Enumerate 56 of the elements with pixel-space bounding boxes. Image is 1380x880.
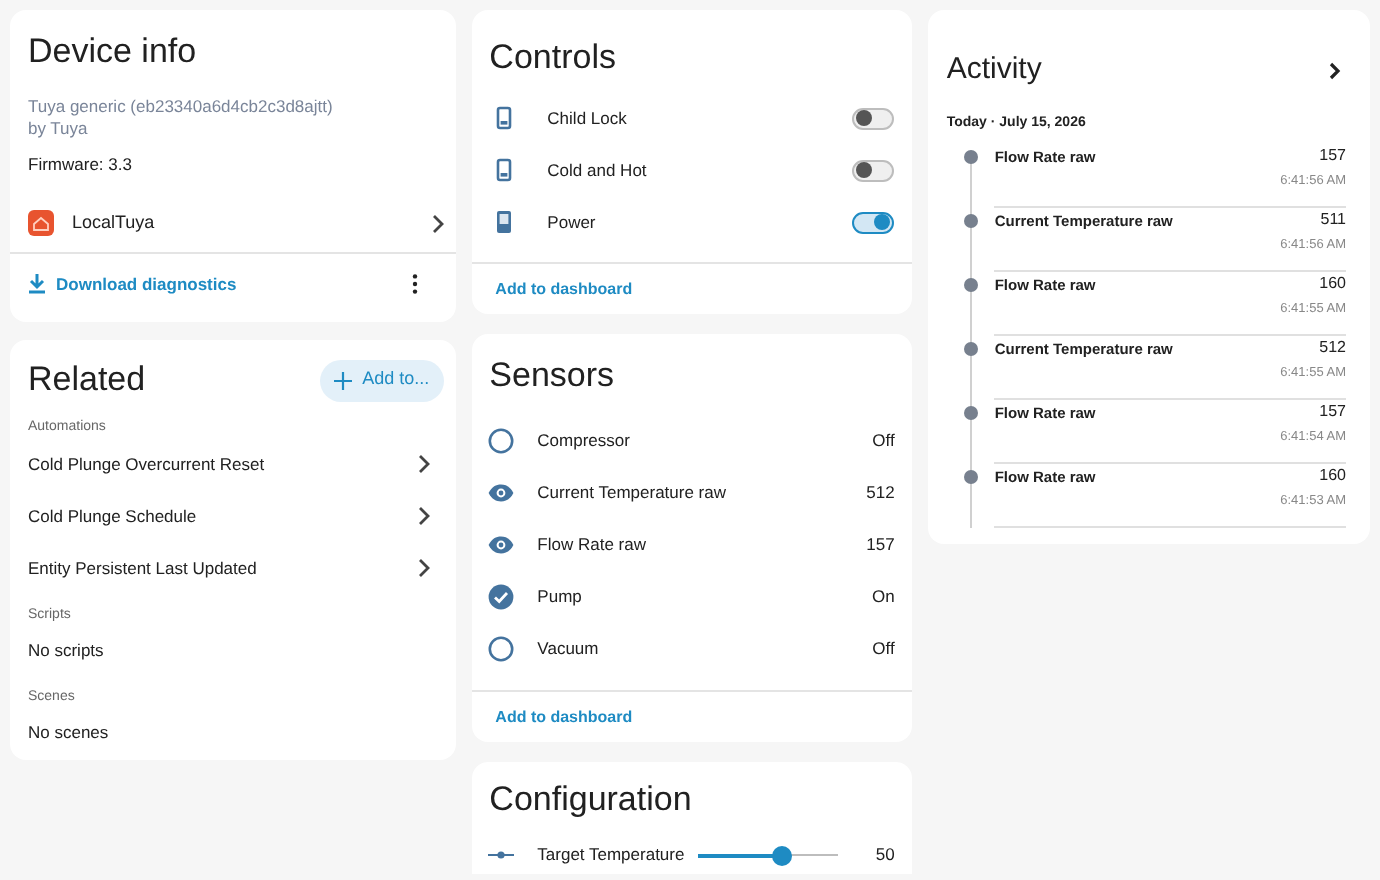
card-title: Related	[28, 358, 146, 402]
state-value: 160	[1319, 273, 1347, 293]
toggle-switch[interactable]	[852, 159, 895, 181]
sensor-label: Vacuum	[537, 635, 601, 661]
state-value: 157	[1319, 145, 1347, 165]
sensor-label: Flow Rate raw	[537, 531, 648, 557]
card-title: Sensors	[487, 354, 615, 398]
chevron-icon	[429, 213, 446, 233]
more-icon[interactable]	[411, 274, 418, 294]
sensor-label: Pump	[537, 583, 584, 609]
related-item[interactable]: Cold Plunge Overcurrent Reset	[10, 438, 456, 490]
add-to-dashboard-link[interactable]: Add to dashboard	[495, 705, 633, 729]
eye-icon	[487, 483, 514, 501]
control-label: Child Lock	[547, 105, 629, 131]
sensor-label: Compressor	[537, 427, 632, 453]
state-value: 157	[1319, 401, 1347, 421]
sensor-label: Current Temperature raw	[537, 479, 728, 505]
state-value: 160	[1319, 465, 1347, 485]
plus-icon	[334, 371, 353, 389]
card-title: Activity	[946, 50, 1042, 90]
chevron-icon	[415, 506, 432, 526]
card-title: Device info	[28, 30, 199, 74]
control-label: Cold and Hot	[547, 157, 649, 183]
chevron-icon	[415, 454, 432, 474]
card-title: Controls	[487, 36, 616, 80]
empty-message: No scripts	[28, 638, 104, 664]
sensor-value: Off	[872, 427, 895, 453]
toggle-switch[interactable]	[852, 211, 895, 233]
integration-logo-icon	[28, 210, 54, 236]
manufacturer: by Tuya	[28, 118, 88, 140]
sensor-value: On	[872, 583, 895, 609]
control-label: Power	[547, 209, 598, 235]
state-value: 512	[1319, 337, 1347, 357]
add-to-dashboard-link[interactable]: Add to dashboard	[495, 277, 633, 301]
download-icon	[28, 274, 46, 294]
sensor-value: Off	[872, 635, 895, 661]
related-item[interactable]: Entity Persistent Last Updated	[10, 542, 456, 594]
related-item[interactable]: Cold Plunge Schedule	[10, 490, 456, 542]
device-model: Tuya generic (eb23340a6d4cb2c3d8ajtt)	[28, 96, 333, 118]
eye-icon	[487, 535, 514, 553]
firmware-version: Firmware: 3.3	[28, 154, 132, 176]
card-title: Configuration	[487, 778, 692, 822]
toggle-switch[interactable]	[852, 107, 895, 129]
sensor-value: 512	[866, 479, 895, 505]
empty-message: No scenes	[28, 720, 109, 746]
integration-row[interactable]: LocalTuya	[10, 194, 456, 254]
state-value: 511	[1320, 209, 1347, 229]
setting-value: 50	[875, 842, 895, 868]
sensor-value: 157	[866, 531, 895, 557]
chevron-icon	[415, 558, 432, 578]
setting-label: Target Temperature	[537, 842, 687, 868]
download-diagnostics-link[interactable]: Download diagnostics	[28, 271, 237, 297]
slider-setting-icon	[487, 850, 514, 860]
slider[interactable]	[697, 845, 838, 865]
slider-thumb[interactable]	[771, 845, 792, 865]
chevron-icon[interactable]	[1328, 61, 1343, 79]
